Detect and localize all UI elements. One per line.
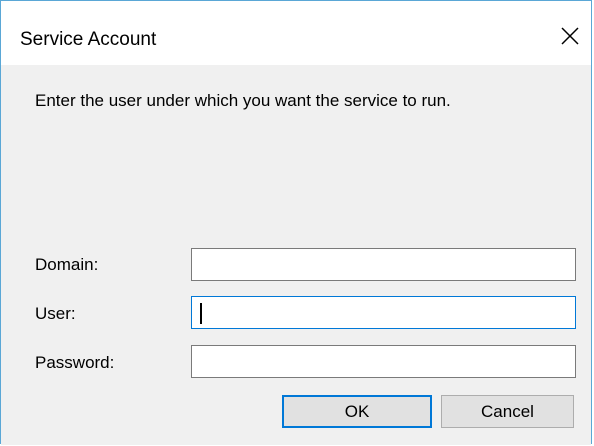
service-account-dialog: Service Account Enter the user under whi… — [0, 0, 592, 445]
cancel-button[interactable]: Cancel — [441, 395, 574, 428]
password-label: Password: — [35, 353, 115, 372]
domain-label: Domain: — [35, 255, 99, 274]
user-label: User: — [35, 304, 76, 323]
close-button[interactable] — [555, 21, 585, 51]
dialog-content: Enter the user under which you want the … — [1, 65, 591, 445]
domain-input[interactable] — [191, 248, 576, 281]
ok-button[interactable]: OK — [282, 395, 432, 428]
dialog-title: Service Account — [20, 29, 157, 50]
text-cursor — [200, 303, 202, 324]
user-input[interactable] — [191, 296, 576, 329]
title-bar: Service Account — [1, 1, 591, 65]
close-icon — [561, 27, 579, 45]
password-input[interactable] — [191, 345, 576, 378]
instructions-text: Enter the user under which you want the … — [35, 91, 451, 110]
